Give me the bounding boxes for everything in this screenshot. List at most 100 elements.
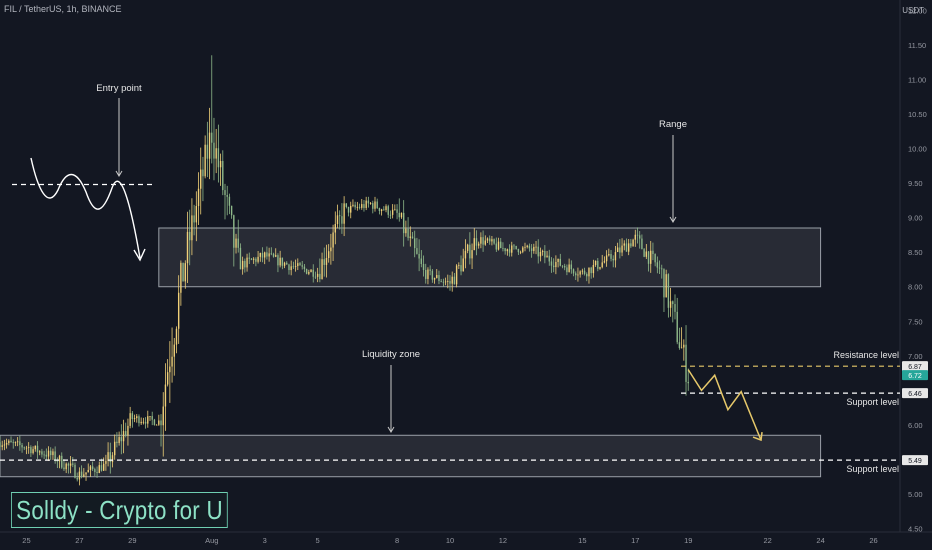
candle-body bbox=[297, 263, 299, 267]
candle-body bbox=[286, 262, 288, 265]
candle-body bbox=[292, 266, 295, 268]
candle-body bbox=[43, 454, 45, 456]
candle-body bbox=[16, 441, 19, 443]
candle-body bbox=[372, 203, 374, 209]
candle-body bbox=[358, 206, 361, 208]
candle-body bbox=[570, 264, 573, 270]
candle-body bbox=[647, 251, 650, 264]
candle-body bbox=[674, 304, 676, 312]
candle-body bbox=[120, 437, 123, 442]
candle-body bbox=[579, 271, 581, 275]
candle-body bbox=[191, 215, 193, 241]
candle-body bbox=[621, 245, 623, 253]
candle-body bbox=[555, 261, 557, 268]
candle-body bbox=[387, 206, 389, 215]
candle-body bbox=[431, 270, 434, 280]
candle-body bbox=[455, 265, 458, 285]
candle-body bbox=[489, 238, 491, 242]
candle-body bbox=[491, 239, 493, 242]
candle-body bbox=[10, 440, 12, 443]
candle-body bbox=[402, 212, 405, 234]
candle-body bbox=[327, 251, 330, 259]
candle-body bbox=[1, 445, 3, 447]
candle-body bbox=[652, 250, 654, 255]
candle-body bbox=[281, 257, 284, 266]
candle-body bbox=[685, 344, 687, 382]
candle-body bbox=[363, 204, 365, 208]
candle-body bbox=[215, 148, 217, 159]
candle-body bbox=[186, 231, 189, 264]
candle-body bbox=[56, 460, 59, 462]
candle-body bbox=[678, 342, 681, 348]
candle-body bbox=[175, 328, 178, 345]
candle-body bbox=[414, 238, 416, 249]
x-tick-label: 29 bbox=[128, 536, 136, 545]
candle-body bbox=[636, 234, 639, 236]
candle-body bbox=[127, 425, 129, 436]
candle-body bbox=[416, 248, 418, 254]
candle-body bbox=[473, 238, 475, 251]
candle-body bbox=[661, 268, 663, 270]
candle-body bbox=[259, 252, 261, 257]
candle-body bbox=[182, 262, 184, 282]
candle-body bbox=[601, 262, 603, 268]
x-tick-label: 26 bbox=[869, 536, 877, 545]
candle-body bbox=[268, 253, 270, 257]
candle-body bbox=[630, 243, 632, 247]
candle-body bbox=[378, 208, 381, 211]
candle-body bbox=[667, 274, 670, 308]
candle-body bbox=[180, 262, 182, 293]
candle-body bbox=[683, 344, 685, 348]
candle-body bbox=[65, 463, 67, 470]
y-tick-label: 11.00 bbox=[908, 75, 926, 84]
candle-body bbox=[369, 203, 372, 204]
candle-body bbox=[639, 235, 641, 239]
candle-body bbox=[405, 228, 407, 234]
candle-body bbox=[374, 201, 376, 209]
candle-body bbox=[131, 413, 134, 420]
candle-body bbox=[519, 251, 522, 253]
candle-body bbox=[425, 269, 427, 279]
candle-body bbox=[610, 254, 612, 259]
candle-body bbox=[380, 209, 383, 211]
candle-body bbox=[158, 420, 160, 425]
candle-body bbox=[361, 204, 363, 208]
candle-body bbox=[25, 447, 28, 449]
candle-body bbox=[471, 250, 473, 259]
candle-body bbox=[469, 244, 471, 259]
candle-body bbox=[204, 144, 206, 177]
candle-body bbox=[149, 416, 151, 417]
candle-body bbox=[140, 421, 142, 424]
candle-body bbox=[669, 301, 672, 308]
candle-body bbox=[645, 251, 648, 257]
candle-body bbox=[30, 447, 32, 454]
candle-body bbox=[94, 469, 96, 472]
candle-body bbox=[561, 265, 564, 267]
candle-body bbox=[312, 269, 314, 277]
candle-body bbox=[566, 267, 568, 273]
candle-body bbox=[385, 206, 387, 211]
candle-body bbox=[367, 200, 370, 204]
candle-body bbox=[233, 215, 235, 248]
y-tick-label: 10.00 bbox=[908, 145, 927, 154]
candle-body bbox=[680, 347, 683, 349]
candle-body bbox=[310, 269, 312, 273]
candle-body bbox=[3, 444, 6, 446]
candle-body bbox=[451, 276, 453, 284]
candle-body bbox=[449, 281, 451, 284]
candle-body bbox=[643, 249, 645, 257]
price-chart[interactable]: 4.505.005.506.006.507.007.508.008.509.00… bbox=[0, 0, 932, 550]
candle-body bbox=[656, 262, 659, 268]
candle-body bbox=[275, 255, 277, 257]
candle-body bbox=[497, 241, 500, 250]
candle-body bbox=[118, 437, 120, 444]
candle-body bbox=[50, 450, 52, 456]
x-tick-label: 25 bbox=[22, 536, 30, 545]
candle-body bbox=[533, 246, 535, 251]
candle-body bbox=[548, 255, 550, 262]
candle-body bbox=[228, 196, 231, 206]
candle-body bbox=[627, 243, 630, 252]
candle-body bbox=[177, 292, 180, 329]
candle-body bbox=[34, 445, 36, 450]
candle-body bbox=[486, 238, 489, 241]
